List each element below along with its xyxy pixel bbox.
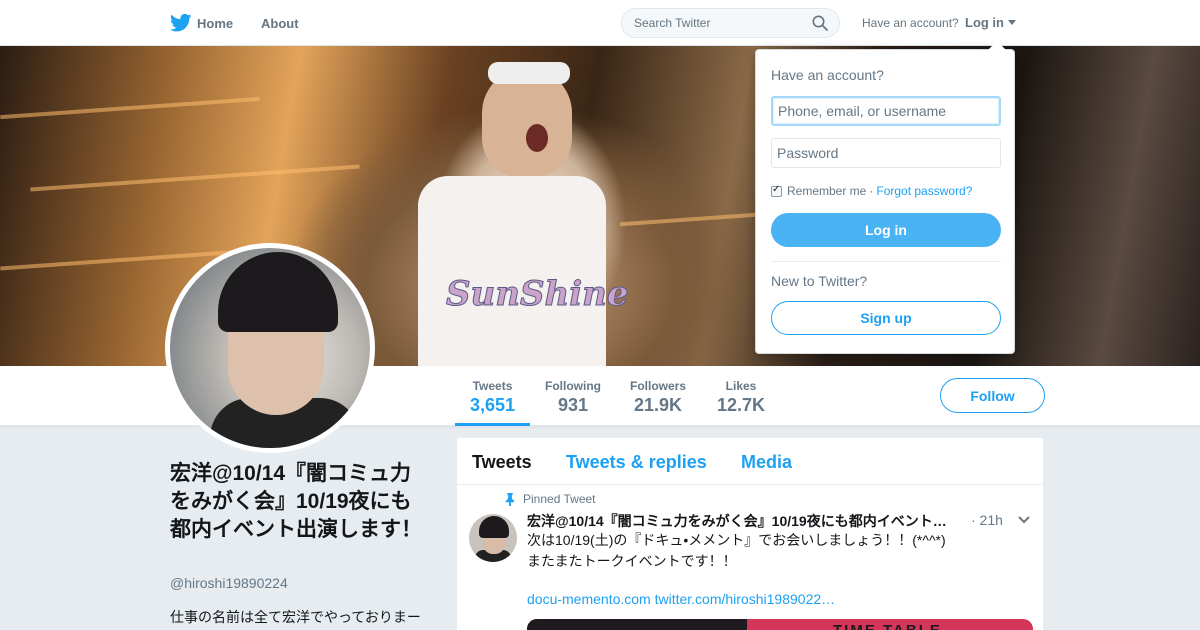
tweet-text-line: 次は10/19(土)の『ドキュ•メメント』でお会いしましょう！！(*^^*) [527,532,946,548]
stat-label: Tweets [472,379,513,393]
tweet-author-avatar[interactable] [469,514,517,562]
pin-icon [505,492,515,506]
photo-mouth [526,124,548,152]
avatar-hair [218,252,338,332]
light-streak [30,164,360,192]
dropdown-divider [771,261,1001,262]
search-input[interactable] [622,9,802,37]
profile-bio: 仕事の名前は全て宏洋でやっておりまーす。会社・学校での悩みなどご相談 [170,609,421,625]
photo-person-head [482,68,572,178]
stat-label: Followers [629,379,686,393]
light-streak [0,96,260,120]
password-field[interactable] [771,138,1001,168]
signup-button[interactable]: Sign up [771,301,1001,335]
stat-tweets[interactable]: Tweets 3,651 [455,366,530,426]
jersey-text: SunShine [446,274,630,315]
username-field[interactable] [771,96,1001,126]
timeline: Tweets Tweets & replies Media Pinned Twe… [456,437,1044,630]
login-toggle-label: Log in [965,15,1004,30]
stat-following[interactable]: Following 931 [540,366,606,426]
stat-label: Likes [725,379,757,393]
tweet-text-line: またまたトークイベントです！！ [527,553,737,569]
login-dropdown-toggle[interactable]: Log in [965,15,1016,30]
stat-value: 3,651 [469,395,516,415]
tweet-author-name[interactable]: 宏洋@10/14『闇コミュ力をみがく会』10/19夜にも都内イベント出演します！ [527,511,951,531]
have-account-text: Have an account? [862,16,959,30]
pinned-tweet-context: Pinned Tweet [504,492,596,506]
pinned-tweet-label: Pinned Tweet [523,492,596,506]
search-icon[interactable] [812,15,828,31]
chevron-down-icon[interactable] [1017,515,1031,525]
caret-down-icon [1008,20,1016,25]
stat-value: 12.7K [716,395,766,415]
stat-followers[interactable]: Followers 21.9K [624,366,692,426]
login-dropdown: Have an account? Remember me · Forgot pa… [755,41,1015,354]
new-to-twitter-text: New to Twitter? [771,273,868,289]
media-dark-panel [527,619,747,630]
timeline-tabs: Tweets Tweets & replies Media [457,438,1043,485]
stat-value: 931 [557,395,589,415]
tweet-text: 次は10/19(土)の『ドキュ•メメント』でお会いしましょう！！(*^^*) ま… [527,530,997,572]
tab-tweets-replies[interactable]: Tweets & replies [566,452,707,473]
nav-about-link[interactable]: About [261,0,299,46]
stat-value: 21.9K [633,395,683,415]
tweet-media-image[interactable]: TIME TABLE [527,619,1033,630]
stat-likes[interactable]: Likes 12.7K [712,366,770,426]
forgot-password-link[interactable]: Forgot password? [876,184,972,198]
profile-handle[interactable]: @hiroshi19890224 [170,575,288,591]
media-label: TIME TABLE [833,622,942,630]
nav-home-link[interactable]: Home [170,0,233,46]
photo-jersey [418,176,606,366]
follow-button[interactable]: Follow [940,378,1045,413]
tab-media[interactable]: Media [741,452,792,473]
separator-dot: · [869,184,874,198]
photo-headband [488,62,570,84]
tweet-timestamp[interactable]: · 21h [971,512,1003,528]
profile-avatar[interactable] [165,243,375,453]
tweet-links[interactable]: docu-memento.com twitter.com/hiroshi1989… [527,591,835,607]
search-box [621,8,840,38]
tab-tweets[interactable]: Tweets [472,452,532,473]
login-dropdown-title: Have an account? [771,67,884,83]
nav-about-label: About [261,15,299,31]
login-submit-button[interactable]: Log in [771,213,1001,247]
avatar-hair [479,516,509,538]
top-nav-bar: Home About Have an account? Log in [0,0,1200,46]
remember-me-checkbox[interactable] [771,184,782,197]
stat-label: Following [545,379,601,393]
remember-me-label[interactable]: Remember me [787,184,866,198]
nav-home-label: Home [197,15,234,31]
remember-me-row: Remember me · Forgot password? [771,184,972,198]
profile-display-name[interactable]: 宏洋@10/14『闇コミュ力をみがく会』10/19夜にも都内イベント出演します！ [170,460,430,544]
